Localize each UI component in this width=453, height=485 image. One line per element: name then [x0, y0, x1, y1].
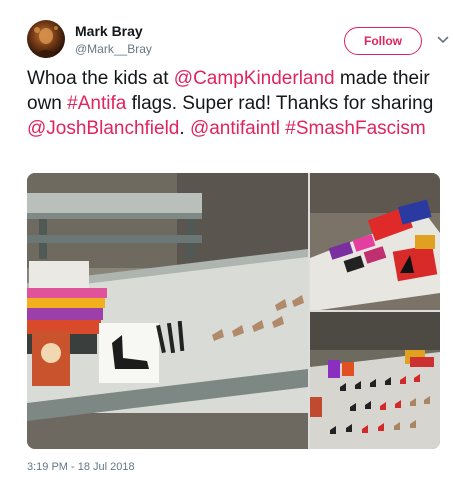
tweet-timestamp[interactable]: 3:19 PM - 18 Jul 2018 [27, 461, 135, 473]
tweet-header: Mark Bray @Mark__Bray Follow [27, 20, 449, 64]
photo-2[interactable] [310, 173, 440, 310]
hashtag-link[interactable]: #SmashFascism [285, 118, 425, 139]
avatar-image [33, 26, 59, 58]
avatar[interactable] [27, 20, 65, 58]
mention-link[interactable]: @JoshBlanchfield [27, 118, 179, 139]
photo-3[interactable] [310, 312, 440, 449]
media-grid [27, 173, 440, 449]
photo-1[interactable] [27, 173, 308, 449]
tweet-text-segment: Whoa the kids at [27, 68, 174, 89]
hashtag-link[interactable]: #Antifa [67, 93, 126, 114]
tweet-text-segment: flags. Super rad! Thanks for sharing [126, 93, 434, 114]
tweet-text-segment: . [179, 118, 190, 139]
tweet-text: Whoa the kids at @CampKinderland made th… [27, 66, 437, 141]
mention-link[interactable]: @CampKinderland [174, 68, 335, 89]
user-handle[interactable]: @Mark__Bray [75, 42, 152, 56]
mention-link[interactable]: @antifaintl [190, 118, 280, 139]
follow-button[interactable]: Follow [344, 27, 422, 55]
user-name[interactable]: Mark Bray [75, 23, 143, 39]
chevron-down-icon[interactable] [436, 33, 450, 47]
tweet-card: Mark Bray @Mark__Bray Follow Whoa the ki… [0, 0, 453, 485]
